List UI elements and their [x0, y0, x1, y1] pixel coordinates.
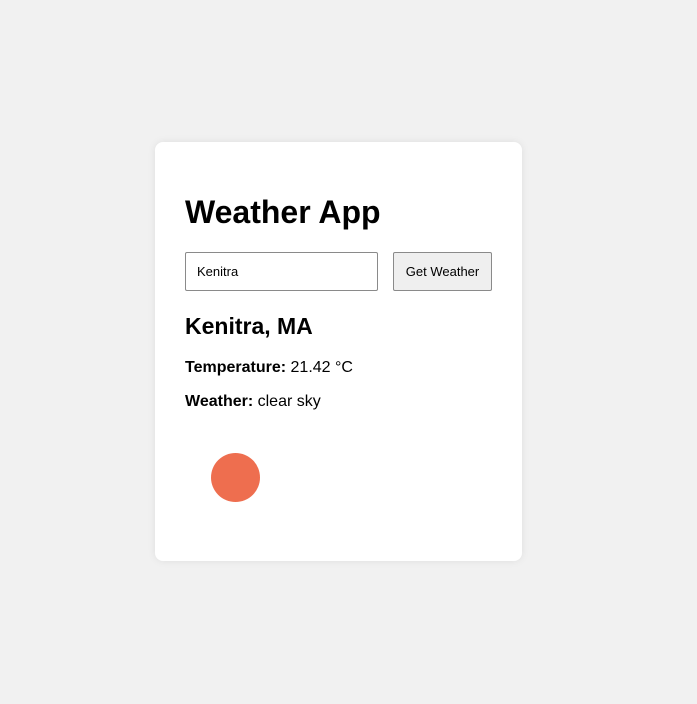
location-heading: Kenitra, MA: [185, 313, 313, 339]
temperature-value: 21.42 °C: [290, 359, 353, 376]
get-weather-button[interactable]: Get Weather: [393, 252, 492, 291]
page-title: Weather App: [185, 194, 381, 230]
weather-card: Weather App Get Weather Kenitra, MA Temp…: [155, 142, 522, 561]
temperature-line: Temperature: 21.42 °C: [185, 358, 353, 378]
weather-value: clear sky: [257, 393, 321, 410]
search-row: Get Weather: [185, 252, 492, 291]
weather-label: Weather:: [185, 393, 254, 410]
weather-line: Weather: clear sky: [185, 392, 321, 412]
clear-sky-sun-icon: [211, 453, 260, 502]
city-input[interactable]: [185, 252, 378, 291]
temperature-label: Temperature:: [185, 359, 287, 376]
